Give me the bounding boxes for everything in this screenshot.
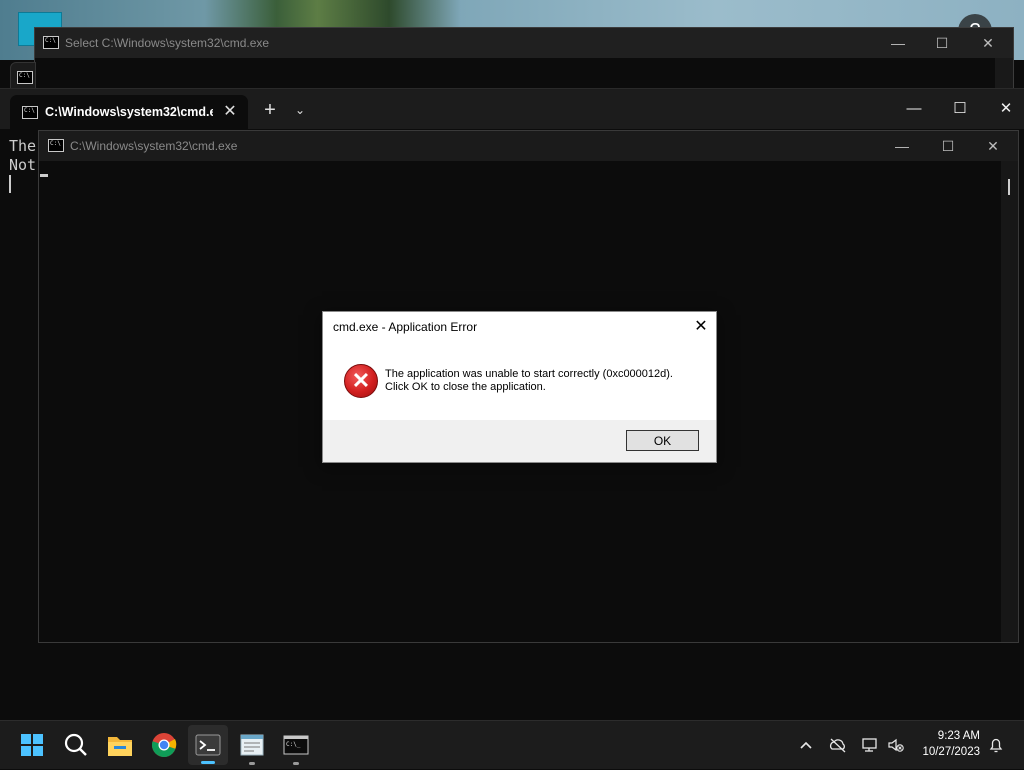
- volume-muted-icon[interactable]: [886, 735, 906, 755]
- tab-close-icon[interactable]: ✕: [218, 100, 242, 124]
- chrome-icon: [152, 733, 177, 757]
- minimize-button[interactable]: —: [875, 28, 921, 58]
- dialog-title: cmd.exe - Application Error: [333, 320, 478, 334]
- terminal-output-line: The: [9, 137, 37, 155]
- dialog-close-button[interactable]: ✕: [687, 314, 715, 340]
- file-explorer-button[interactable]: [100, 725, 140, 765]
- cmd-maximize-button[interactable]: ☐: [925, 131, 971, 161]
- active-indicator: [201, 761, 215, 764]
- running-indicator: [293, 762, 299, 765]
- network-icon[interactable]: [860, 735, 880, 755]
- cmd-minimize-button[interactable]: —: [879, 131, 925, 161]
- terminal-taskbar-button[interactable]: [188, 725, 228, 765]
- chevron-up-icon[interactable]: [796, 735, 816, 755]
- cmd-scrollbar-thumb[interactable]: [1008, 179, 1010, 195]
- terminal-maximize-button[interactable]: ☐: [937, 93, 983, 125]
- dialog-footer: OK: [323, 420, 716, 462]
- cloud-offline-icon[interactable]: [828, 735, 848, 755]
- taskbar: C:\_ 9:23 AM 10/27/2023: [0, 720, 1024, 769]
- close-button[interactable]: ✕: [965, 28, 1011, 58]
- chrome-button[interactable]: [144, 725, 184, 765]
- cmd-app-icon: [17, 71, 33, 84]
- application-error-dialog[interactable]: cmd.exe - Application Error ✕ ✕ The appl…: [322, 311, 717, 463]
- terminal-cursor: [9, 175, 11, 193]
- terminal-tab-bar[interactable]: C:\Windows\system32\cmd.e: ✕ + ⌄ — ☐ ✕: [0, 89, 1024, 129]
- clock-date[interactable]: 10/27/2023: [906, 746, 980, 758]
- search-button[interactable]: [56, 725, 96, 765]
- terminal-tab[interactable]: C:\Windows\system32\cmd.e: ✕: [10, 95, 248, 129]
- cmd-window-title: C:\Windows\system32\cmd.exe: [70, 139, 238, 153]
- cmd-cursor: [40, 174, 48, 177]
- cmd-scrollbar[interactable]: [1001, 161, 1018, 642]
- windows-logo-icon: [21, 734, 43, 756]
- dialog-message-line: Click OK to close the application.: [385, 381, 546, 393]
- running-indicator: [249, 762, 255, 765]
- clock-time[interactable]: 9:23 AM: [906, 730, 980, 742]
- cmd-tab-icon: [22, 106, 38, 119]
- back-window-title: Select C:\Windows\system32\cmd.exe: [65, 36, 270, 50]
- notepad-icon: [240, 734, 264, 756]
- terminal-tab-label: C:\Windows\system32\cmd.e:: [45, 105, 213, 119]
- search-icon: [64, 733, 87, 756]
- folder-icon: [108, 737, 132, 756]
- terminal-icon: [195, 734, 221, 756]
- ok-button[interactable]: OK: [626, 430, 699, 451]
- maximize-button[interactable]: ☐: [919, 28, 965, 58]
- cmd-taskbar-button[interactable]: C:\_: [276, 725, 316, 765]
- dialog-message-line: The application was unable to start corr…: [385, 368, 673, 380]
- cmd-close-button[interactable]: ✕: [970, 131, 1016, 161]
- start-button[interactable]: [12, 725, 52, 765]
- terminal-output-line: Not: [9, 156, 37, 174]
- bell-icon[interactable]: [986, 735, 1006, 755]
- dialog-message: The application was unable to start corr…: [385, 368, 673, 394]
- terminal-minimize-button[interactable]: —: [891, 93, 937, 125]
- svg-text:C:\_: C:\_: [286, 741, 301, 748]
- cmd-app-icon: [43, 36, 59, 49]
- error-icon: ✕: [344, 364, 378, 398]
- cmd-window-titlebar[interactable]: C:\Windows\system32\cmd.exe — ☐ ✕: [39, 131, 1018, 161]
- new-tab-button[interactable]: +: [258, 98, 282, 122]
- back-window-titlebar[interactable]: Select C:\Windows\system32\cmd.exe — ☐ ✕: [35, 28, 1013, 58]
- cmd-app-icon: [48, 139, 64, 152]
- notepad-taskbar-button[interactable]: [232, 725, 272, 765]
- tab-dropdown-button[interactable]: ⌄: [288, 98, 312, 122]
- terminal-close-button[interactable]: ✕: [983, 93, 1024, 125]
- cmd-icon: C:\_: [283, 735, 309, 755]
